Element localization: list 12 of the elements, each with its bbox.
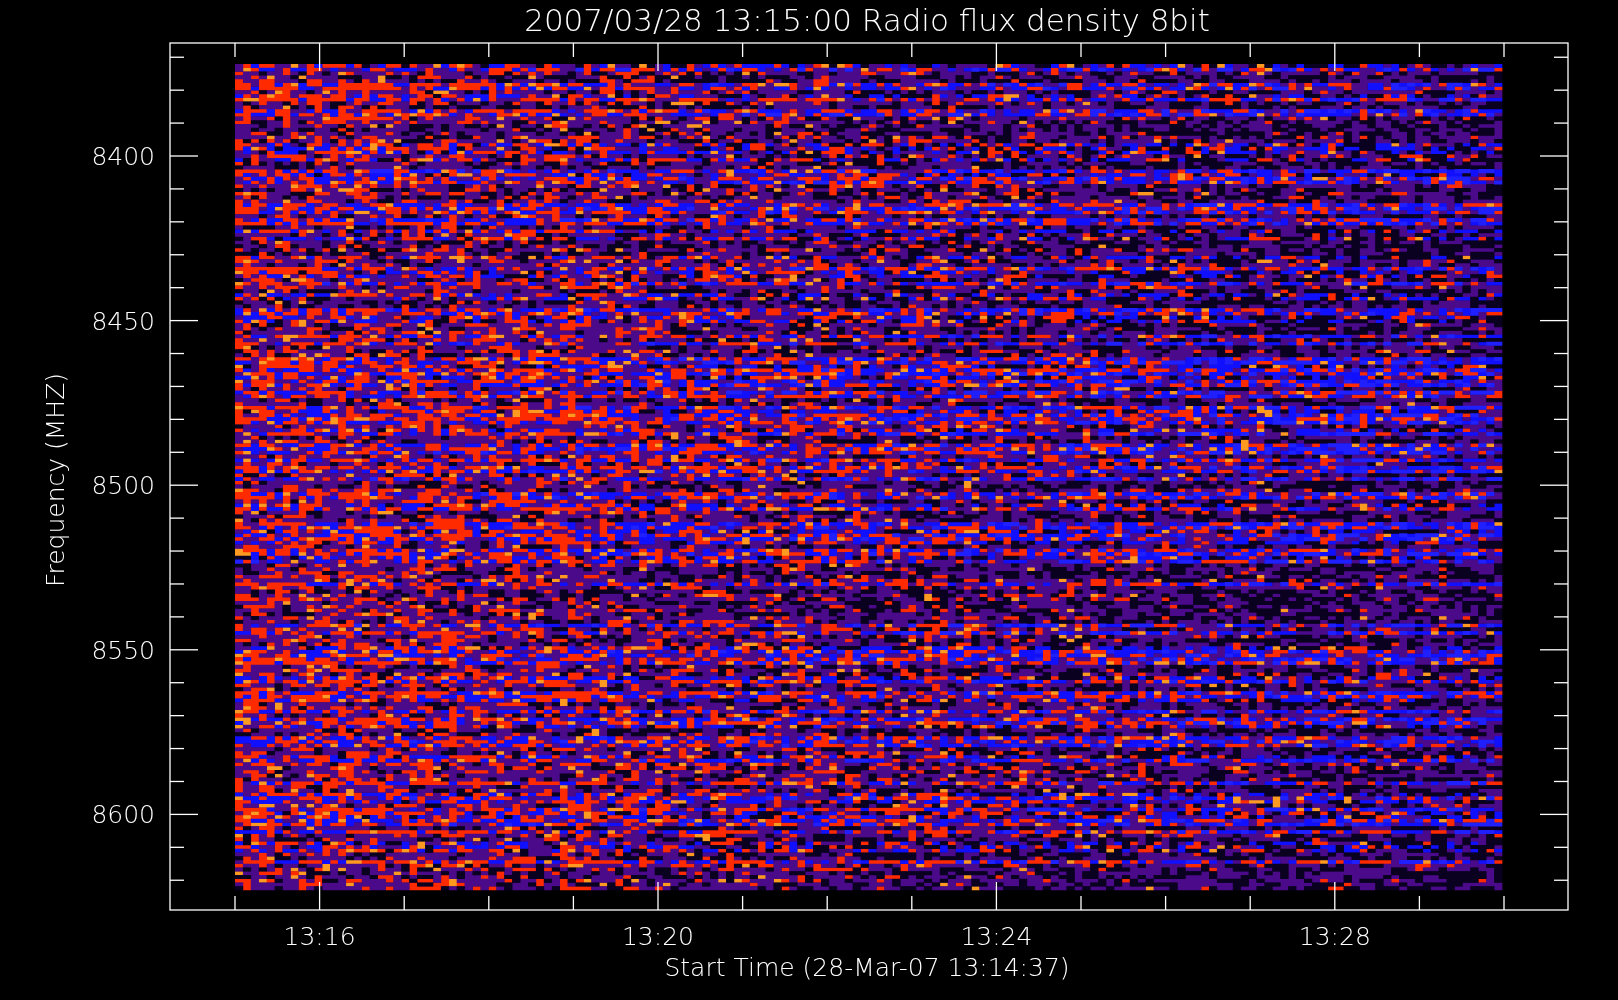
x-axis-label: Start Time (28-Mar-07 13:14:37) [664,953,1070,982]
y-tick-label: 8450 [91,306,155,336]
x-tick-label: 13:16 [283,922,356,951]
x-tick-label: 13:20 [622,922,694,951]
y-tick-label: 8550 [91,635,155,665]
x-tick-label: 13:28 [1298,922,1371,951]
plot-title: 2007/03/28 13:15:00 Radio flux density 8bit [524,2,1210,38]
y-tick-label: 8400 [91,142,155,171]
y-tick-label: 8500 [91,471,155,501]
x-tick-label: 13:24 [960,922,1033,951]
y-axis-label: Frequency (MHZ) [41,372,70,588]
y-tick-label: 8600 [91,800,155,830]
